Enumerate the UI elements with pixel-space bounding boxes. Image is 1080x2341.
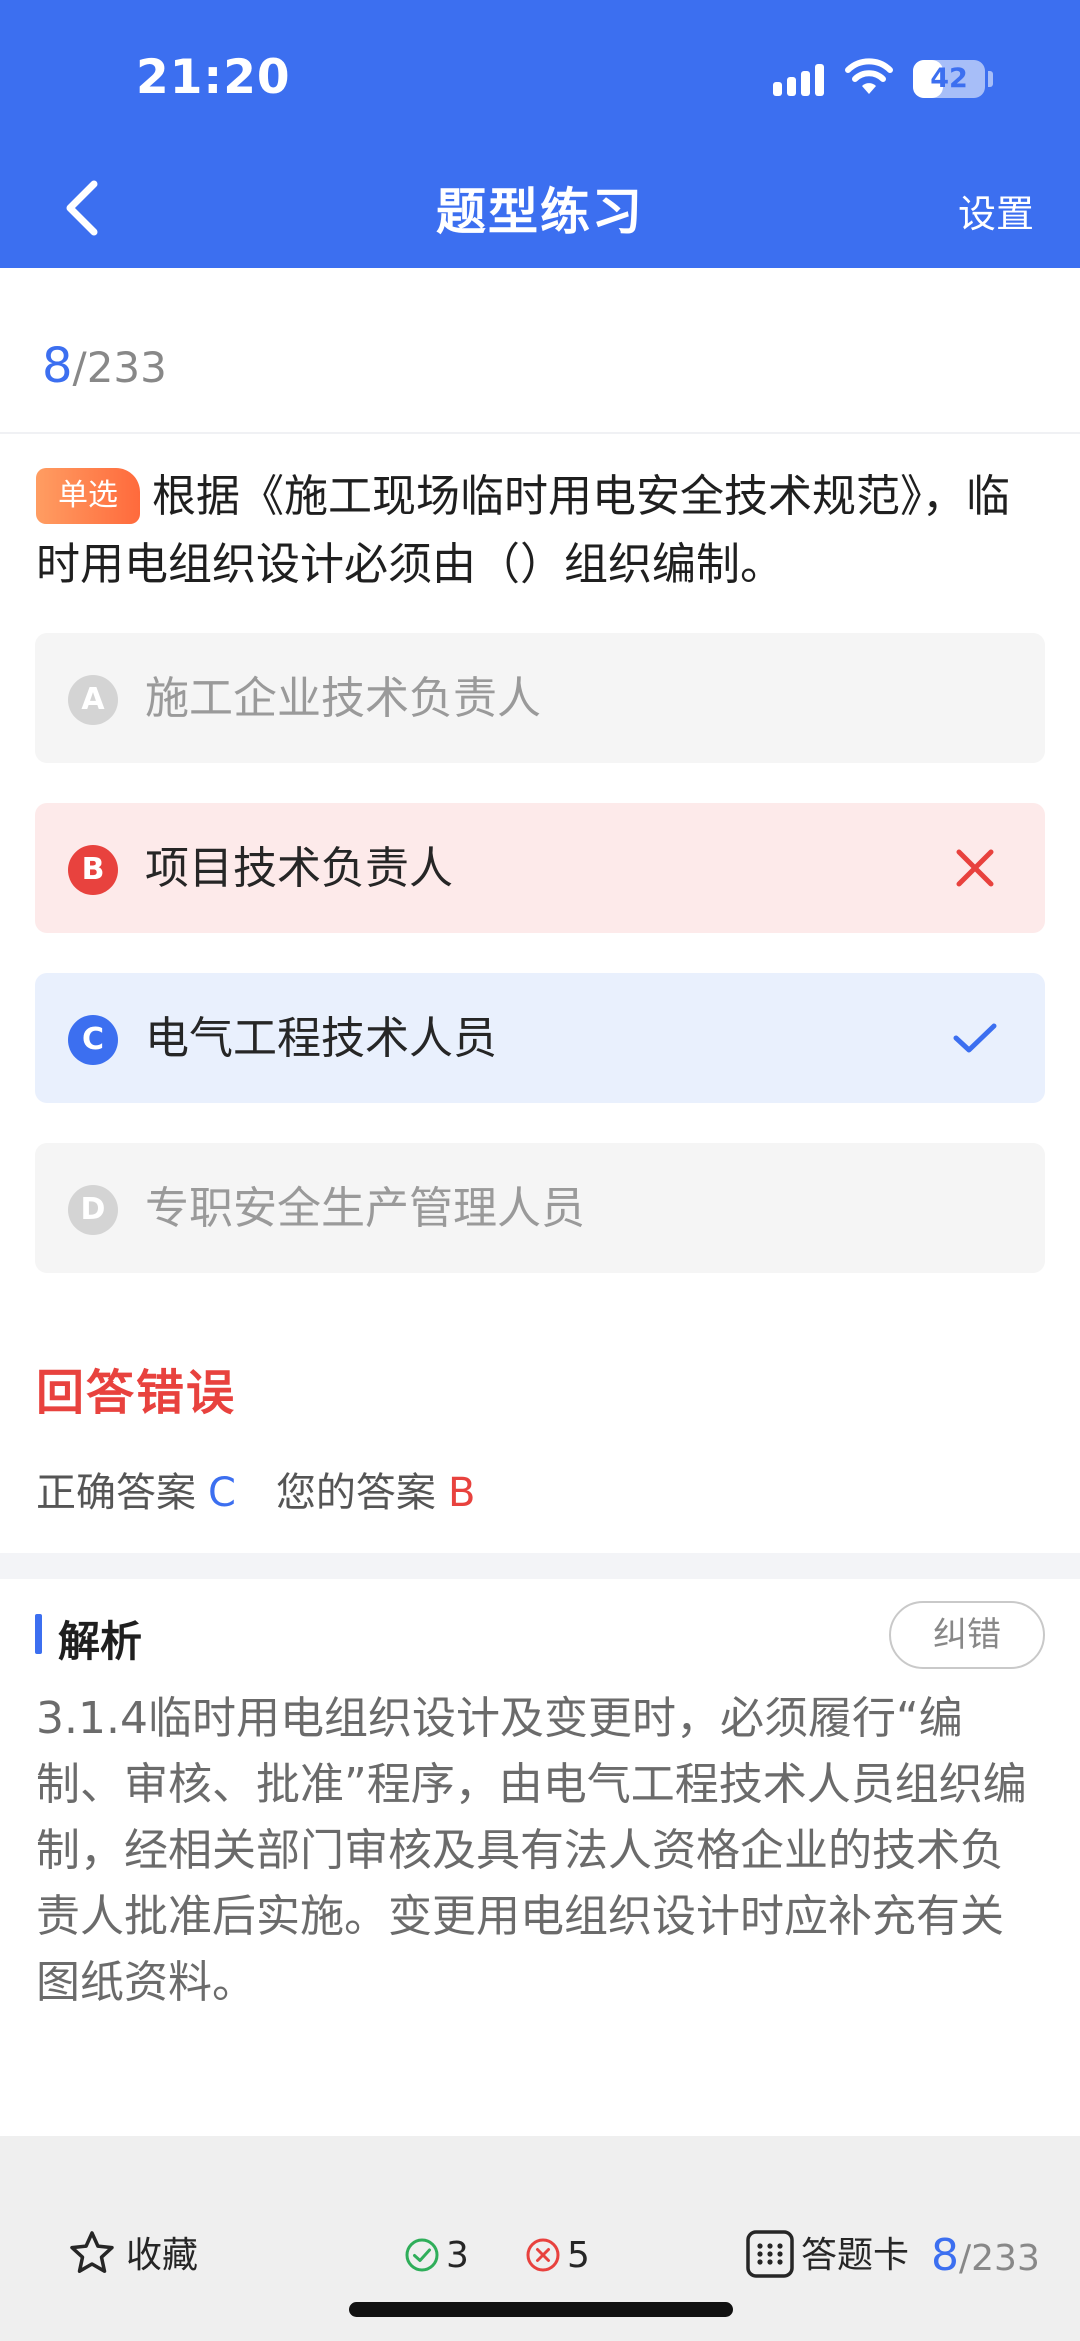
bottom-progress: 8/233 [931, 2228, 1040, 2284]
correct-answer-value: C [208, 1470, 236, 1516]
close-icon [956, 849, 994, 887]
question-text: 根据《施工现场临时用电安全技术规范》，临时用电组织设计必须由（）组织编制。 [36, 471, 1010, 590]
progress-current: 8 [42, 338, 73, 394]
option-letter: D [68, 1185, 118, 1235]
answer-summary: 正确答案 C 您的答案 B [36, 1460, 475, 1518]
correct-answer-label: 正确答案 [36, 1470, 196, 1516]
option-d[interactable]: D 专职安全生产管理人员 [35, 1143, 1045, 1273]
analysis-accent-bar [35, 1614, 42, 1654]
status-time: 21:20 [136, 50, 291, 105]
star-icon [70, 2231, 114, 2273]
correct-count[interactable]: 3 [404, 2228, 469, 2284]
check-icon [953, 1023, 997, 1053]
option-c[interactable]: C 电气工程技术人员 [35, 973, 1045, 1103]
favorite-label: 收藏 [126, 2235, 199, 2276]
option-text: 项目技术负责人 [145, 843, 453, 894]
answer-card-label: 答题卡 [801, 2235, 910, 2276]
header: 21:20 42 题型练习 设置 [0, 0, 1080, 268]
section-gap [0, 1553, 1080, 1579]
analysis-text: 3.1.4临时用电组织设计及变更时，必须履行“编制、审核、批准”程序，由电气工程… [36, 1693, 1027, 2008]
wifi-icon [845, 58, 893, 94]
correct-count-value: 3 [446, 2235, 469, 2276]
question-progress: 8/233 [42, 338, 167, 394]
progress-total: /233 [72, 343, 167, 392]
settings-button[interactable]: 设置 [958, 183, 1034, 238]
option-a[interactable]: A 施工企业技术负责人 [35, 633, 1045, 763]
wrong-count-value: 5 [567, 2235, 590, 2276]
your-answer-value: B [447, 1470, 476, 1516]
bottom-progress-total: /233 [959, 2238, 1040, 2279]
x-circle-icon [526, 2238, 560, 2272]
question-type-badge: 单选 [36, 468, 140, 524]
check-circle-icon [405, 2238, 439, 2272]
your-answer-label: 您的答案 [275, 1470, 436, 1516]
question-text-block: 单选 根据《施工现场临时用电安全技术规范》，临时用电组织设计必须由（）组织编制。 [36, 463, 1046, 599]
bottom-progress-current: 8 [931, 2230, 959, 2281]
home-indicator [349, 2302, 733, 2317]
battery-cap [988, 71, 993, 87]
option-b[interactable]: B 项目技术负责人 [35, 803, 1045, 933]
divider [0, 432, 1080, 434]
battery-icon: 42 [913, 60, 985, 98]
result-title: 回答错误 [36, 1365, 237, 1421]
favorite-button[interactable]: 收藏 [68, 2228, 198, 2284]
option-letter: C [68, 1015, 118, 1065]
option-text: 施工企业技术负责人 [145, 673, 541, 724]
option-text: 专职安全生产管理人员 [145, 1183, 585, 1234]
page-title: 题型练习 [436, 183, 644, 241]
screen: 21:20 42 题型练习 设置 8/233 单选 根据《施工现场临时用电安全技术… [0, 0, 1080, 2341]
answer-card-button[interactable]: 答题卡 [745, 2228, 909, 2284]
option-letter: A [68, 675, 118, 725]
analysis-title: 解析 [58, 1617, 143, 1666]
option-letter: B [68, 845, 118, 895]
grid-icon [746, 2230, 794, 2278]
battery-level: 42 [930, 63, 968, 94]
wrong-count[interactable]: 5 [525, 2228, 590, 2284]
option-text: 电气工程技术人员 [145, 1013, 497, 1064]
signal-icon [773, 64, 824, 96]
report-error-button[interactable]: 纠错 [889, 1601, 1045, 1669]
